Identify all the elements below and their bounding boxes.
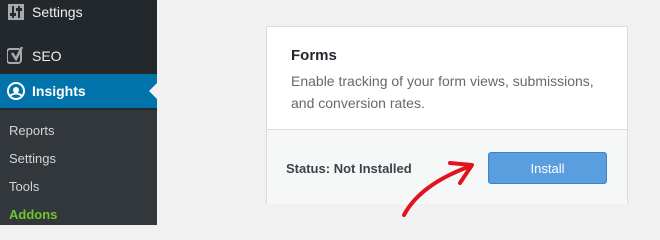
menu-item-label: SEO (32, 48, 62, 64)
annotation-arrow-icon (402, 161, 474, 217)
menu-item-seo[interactable]: SEO (0, 39, 157, 73)
addon-description: Enable tracking of your form views, subm… (291, 73, 594, 111)
insights-icon (6, 81, 26, 101)
menu-item-label: Settings (32, 4, 83, 20)
settings-sliders-icon (6, 2, 26, 22)
admin-sidebar: Settings SEO Insights Reports Settings T… (0, 0, 157, 225)
status-label: Status: (286, 161, 331, 176)
submenu-item-tools[interactable]: Tools (9, 179, 39, 194)
addon-title: Forms (291, 47, 337, 64)
install-button[interactable]: Install (488, 152, 607, 184)
submenu-item-settings[interactable]: Settings (9, 151, 56, 166)
submenu-item-reports[interactable]: Reports (9, 123, 55, 138)
insights-submenu: Reports Settings Tools Addons (0, 110, 157, 225)
menu-item-label: Insights (32, 83, 86, 99)
menu-item-insights[interactable]: Insights (0, 74, 157, 108)
yoast-icon (6, 46, 26, 66)
submenu-item-addons[interactable]: Addons (9, 207, 57, 222)
menu-item-settings[interactable]: Settings (0, 0, 157, 29)
